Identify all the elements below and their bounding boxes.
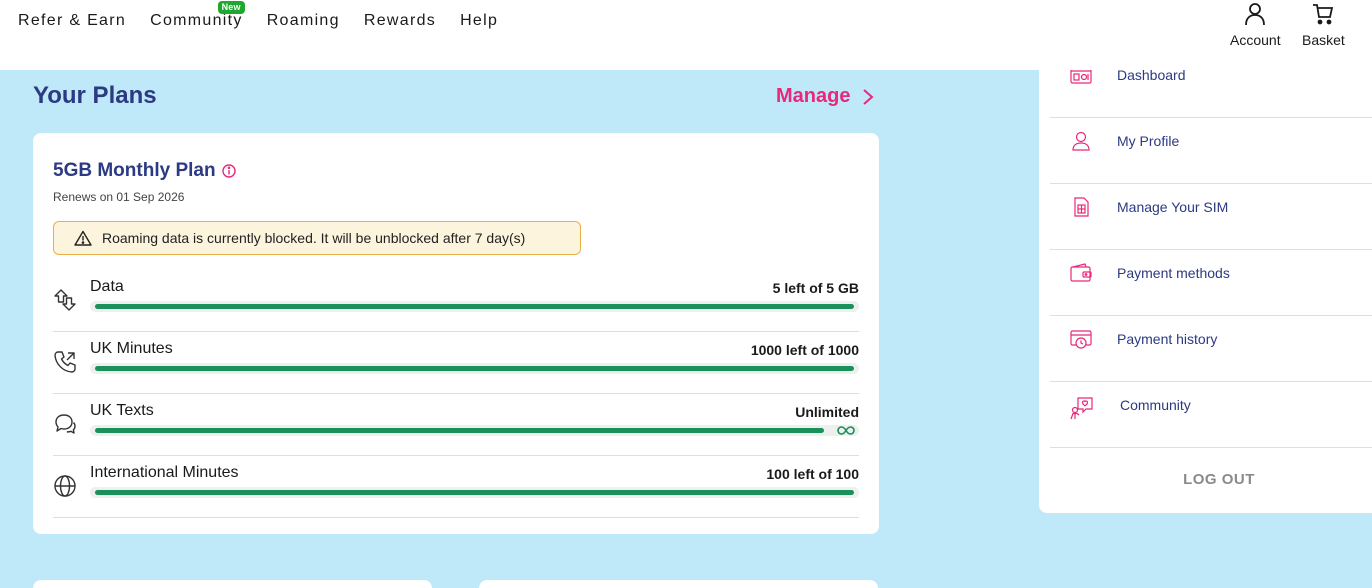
usage-bar-fill xyxy=(95,304,854,309)
info-icon[interactable] xyxy=(221,164,236,178)
menu-item-payment-history[interactable]: Payment history xyxy=(1050,316,1372,382)
usage-bar xyxy=(90,425,859,436)
roaming-alert: Roaming data is currently blocked. It wi… xyxy=(53,221,581,255)
menu-item-label: Payment history xyxy=(1117,331,1218,347)
nav-help[interactable]: Help xyxy=(460,12,498,30)
usage-row-international-minutes: International Minutes 100 left of 100 xyxy=(53,456,859,518)
plan-card: 5GB Monthly Plan Renews on 01 Sep 2026 R… xyxy=(33,133,879,534)
plan-name: 5GB Monthly Plan xyxy=(53,160,236,182)
basket-label: Basket xyxy=(1302,32,1345,48)
usage-bar xyxy=(90,487,859,498)
usage-bar-fill xyxy=(95,490,854,495)
nav-community[interactable]: Community New xyxy=(150,1,245,30)
basket-button[interactable]: Basket xyxy=(1302,2,1345,48)
usage-name: UK Minutes xyxy=(90,340,173,357)
renewal-date: Renews on 01 Sep 2026 xyxy=(53,190,185,204)
globe-icon xyxy=(54,475,76,497)
cart-icon xyxy=(1313,4,1334,25)
alert-text: Roaming data is currently blocked. It wi… xyxy=(102,230,526,246)
main-nav: Refer & Earn Community New Roaming Rewar… xyxy=(18,1,498,30)
manage-label: Manage xyxy=(776,85,851,107)
menu-item-my-profile[interactable]: My Profile xyxy=(1050,118,1372,184)
chevron-right-icon xyxy=(863,88,874,105)
menu-item-label: Manage Your SIM xyxy=(1117,199,1229,215)
sim-icon xyxy=(1074,197,1089,217)
usage-value: 5 left of 5 GB xyxy=(772,280,859,296)
nav-roaming[interactable]: Roaming xyxy=(267,12,340,30)
menu-item-payment-methods[interactable]: Payment methods xyxy=(1050,250,1372,316)
menu-item-manage-sim[interactable]: Manage Your SIM xyxy=(1050,184,1372,250)
usage-bar-fill xyxy=(95,366,854,371)
wallet-icon xyxy=(1070,263,1092,282)
community-icon xyxy=(1070,397,1093,420)
warning-icon xyxy=(74,230,92,246)
manage-link[interactable]: Manage xyxy=(776,85,874,108)
logout-button[interactable]: LOG OUT xyxy=(1039,471,1372,488)
data-transfer-icon xyxy=(54,289,76,311)
usage-bar-fill xyxy=(95,428,824,433)
usage-bar xyxy=(90,301,859,312)
account-label: Account xyxy=(1230,32,1281,48)
bottom-card-left xyxy=(33,580,432,588)
your-plans-title: Your Plans xyxy=(33,82,157,109)
usage-bar xyxy=(90,363,859,374)
usage-name: International Minutes xyxy=(90,464,239,481)
infinity-icon xyxy=(837,426,855,435)
account-menu: Dashboard My Profile Manage Your SIM Pay… xyxy=(1039,62,1372,513)
usage-row-uk-texts: UK Texts Unlimited xyxy=(53,394,859,456)
usage-name: UK Texts xyxy=(90,402,154,419)
profile-icon xyxy=(1072,131,1090,151)
plan-name-label: 5GB Monthly Plan xyxy=(53,160,216,181)
usage-value: Unlimited xyxy=(795,404,859,420)
user-icon xyxy=(1245,3,1266,26)
nav-refer-earn[interactable]: Refer & Earn xyxy=(18,12,126,30)
usage-value: 1000 left of 1000 xyxy=(750,342,859,358)
payment-history-icon xyxy=(1070,330,1092,349)
account-button[interactable]: Account xyxy=(1230,2,1281,48)
nav-community-label: Community xyxy=(150,12,243,29)
usage-row-uk-minutes: UK Minutes 1000 left of 1000 xyxy=(53,332,859,394)
usage-value: 100 left of 100 xyxy=(766,466,859,482)
menu-item-community[interactable]: Community xyxy=(1050,382,1372,448)
usage-name: Data xyxy=(90,278,124,295)
phone-icon xyxy=(54,351,76,373)
chat-bubble-icon xyxy=(55,414,76,434)
bottom-card-right xyxy=(479,580,878,588)
menu-item-label: My Profile xyxy=(1117,133,1180,149)
menu-item-label: Payment methods xyxy=(1117,265,1230,281)
usage-row-data: Data 5 left of 5 GB xyxy=(53,270,859,332)
top-header: Refer & Earn Community New Roaming Rewar… xyxy=(0,0,1372,70)
nav-rewards[interactable]: Rewards xyxy=(364,12,436,30)
new-badge: New xyxy=(217,1,245,14)
menu-item-label: Community xyxy=(1120,397,1191,413)
